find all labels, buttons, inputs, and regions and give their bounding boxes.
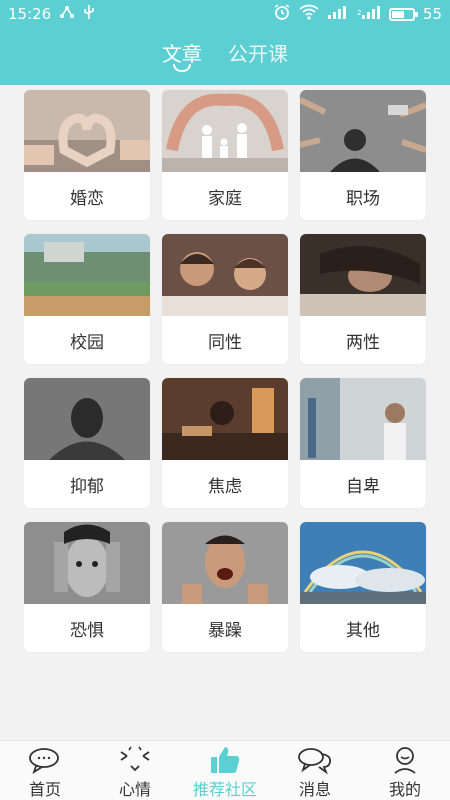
- category-card-workplace[interactable]: 职场: [300, 90, 426, 220]
- user-icon: [390, 744, 420, 776]
- shy-child-image: [300, 378, 426, 460]
- active-tab-indicator: [173, 64, 191, 72]
- battery-icon: [388, 7, 418, 21]
- tab-articles[interactable]: 文章: [162, 38, 202, 72]
- depressed-woman-image: [24, 378, 150, 460]
- tabbar-item-mood[interactable]: 心情: [90, 741, 180, 800]
- status-time: 15:26: [8, 5, 52, 23]
- tabbar-item-community[interactable]: 推荐社区: [180, 741, 270, 800]
- category-card-anxiety[interactable]: 焦虑: [162, 378, 288, 508]
- tabbar-item-me[interactable]: 我的: [360, 741, 450, 800]
- office-stress-image: [300, 90, 426, 172]
- category-label: 其他: [346, 620, 380, 641]
- angry-man-image: [162, 522, 288, 604]
- category-card-gender-relations[interactable]: 两性: [300, 234, 426, 364]
- battery-percent: 55: [422, 5, 442, 23]
- status-bar: 15:26 2 55: [0, 0, 450, 28]
- fear-face-image: [24, 522, 150, 604]
- usb-icon: [83, 4, 95, 24]
- category-card-marriage[interactable]: 婚恋: [24, 90, 150, 220]
- family-hands-image: [162, 90, 288, 172]
- tabbar-item-home[interactable]: 首页: [0, 741, 90, 800]
- category-card-fear[interactable]: 恐惧: [24, 522, 150, 652]
- category-card-irritability[interactable]: 暴躁: [162, 522, 288, 652]
- category-label: 抑郁: [70, 476, 104, 497]
- tab-open-courses-label: 公开课: [228, 42, 288, 66]
- category-label: 两性: [346, 332, 380, 353]
- category-label: 恐惧: [70, 620, 104, 641]
- top-header: 15:26 2 55 文章 公开课: [0, 0, 450, 85]
- category-label: 婚恋: [70, 188, 104, 209]
- thumbs-up-icon: [209, 744, 241, 776]
- category-card-depression[interactable]: 抑郁: [24, 378, 150, 508]
- rainbow-image: [300, 522, 426, 604]
- wifi-icon: [299, 4, 319, 24]
- usb-share-icon: [59, 5, 75, 23]
- anxious-desk-image: [162, 378, 288, 460]
- category-label: 焦虑: [208, 476, 242, 497]
- chat-bubbles-icon: [28, 744, 62, 776]
- tabbar-label: 推荐社区: [192, 780, 257, 799]
- alarm-icon: [273, 3, 291, 25]
- category-grid: 婚恋 家庭 职场 校园 同性 两性 抑郁 焦虑 自卑 恐惧 暴躁 其他: [24, 90, 426, 652]
- category-label: 自卑: [346, 476, 380, 497]
- category-label: 校园: [70, 332, 104, 353]
- tab-open-courses[interactable]: 公开课: [228, 38, 288, 67]
- couple-bed-image: [300, 234, 426, 316]
- svg-text:2: 2: [357, 9, 361, 17]
- category-card-inferiority[interactable]: 自卑: [300, 378, 426, 508]
- category-label: 职场: [346, 188, 380, 209]
- category-card-other[interactable]: 其他: [300, 522, 426, 652]
- heart-hands-image: [24, 90, 150, 172]
- tabbar-label: 我的: [388, 780, 421, 799]
- category-card-same-sex[interactable]: 同性: [162, 234, 288, 364]
- bottom-tab-bar: 首页 心情 推荐社区 消息 我的: [0, 740, 450, 800]
- category-card-campus[interactable]: 校园: [24, 234, 150, 364]
- tab-articles-label: 文章: [162, 42, 202, 66]
- couple-men-image: [162, 234, 288, 316]
- tabbar-label: 心情: [118, 780, 151, 799]
- mood-face-icon: [117, 744, 153, 776]
- campus-image: [24, 234, 150, 316]
- tabbar-label: 消息: [298, 780, 331, 799]
- tabbar-item-messages[interactable]: 消息: [270, 741, 360, 800]
- category-label: 家庭: [208, 188, 242, 209]
- signal-2-icon: 2: [357, 5, 381, 23]
- category-label: 暴躁: [208, 620, 242, 641]
- category-label: 同性: [208, 332, 242, 353]
- category-card-family[interactable]: 家庭: [162, 90, 288, 220]
- message-bubbles-icon: [297, 744, 333, 776]
- tabbar-label: 首页: [28, 780, 61, 799]
- signal-icon: [327, 5, 349, 23]
- header-tabs: 文章 公开课: [0, 38, 450, 72]
